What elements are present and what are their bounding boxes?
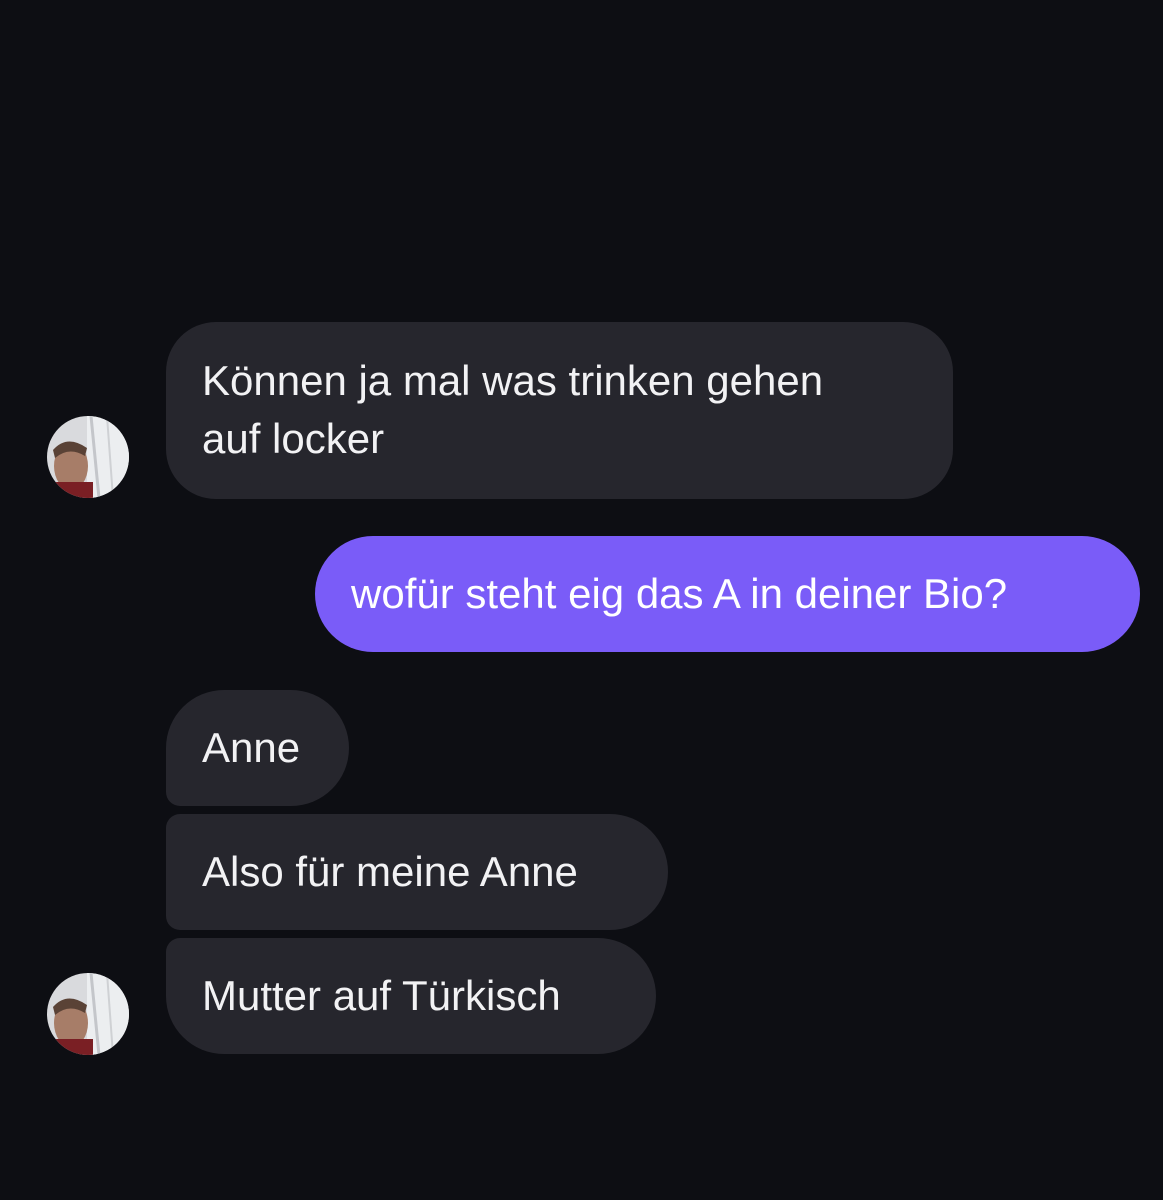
message-text-line: Mutter auf Türkisch bbox=[202, 972, 561, 1019]
message-text-line: Können ja mal was trinken gehen bbox=[202, 357, 824, 404]
message-text-line: Anne bbox=[202, 724, 301, 771]
message-text-line: wofür steht eig das A in deiner Bio? bbox=[351, 570, 1008, 617]
message-bubble-incoming[interactable]: Können ja mal was trinken gehen auf lock… bbox=[166, 322, 953, 499]
message-bubble-incoming[interactable]: Anne bbox=[166, 690, 349, 806]
avatar-photo-icon bbox=[47, 973, 129, 1055]
message-bubble-outgoing[interactable]: wofür steht eig das A in deiner Bio? bbox=[315, 536, 1140, 652]
message-text-line: Also für meine Anne bbox=[202, 848, 578, 895]
chat-thread: Können ja mal was trinken gehen auf lock… bbox=[0, 0, 1163, 1200]
avatar-photo-icon bbox=[47, 416, 129, 498]
contact-avatar[interactable] bbox=[47, 416, 129, 498]
message-bubble-incoming[interactable]: Also für meine Anne bbox=[166, 814, 668, 930]
message-text-line: auf locker bbox=[202, 415, 385, 462]
contact-avatar[interactable] bbox=[47, 973, 129, 1055]
message-bubble-incoming[interactable]: Mutter auf Türkisch bbox=[166, 938, 656, 1054]
